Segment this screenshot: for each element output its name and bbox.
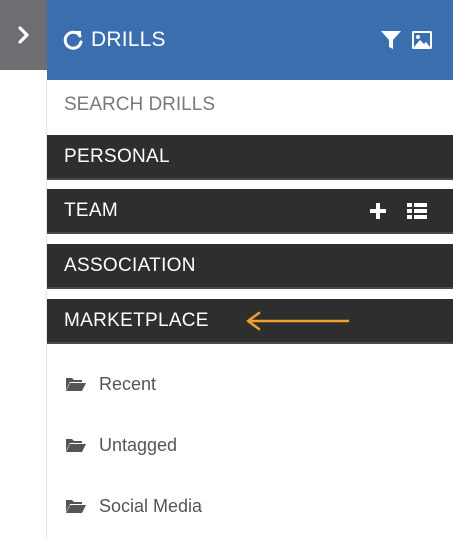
search-input[interactable] <box>47 80 453 130</box>
refresh-icon[interactable] <box>61 28 85 52</box>
section-personal[interactable]: PERSONAL <box>47 135 453 180</box>
section-label: ASSOCIATION <box>64 254 196 276</box>
drills-panel-body: PERSONAL TEAM <box>47 80 453 539</box>
folder-item-recent[interactable]: Recent <box>65 372 156 396</box>
folder-label: Social Media <box>99 495 203 516</box>
section-team[interactable]: TEAM <box>47 189 453 234</box>
page-title: DRILLS <box>91 28 166 51</box>
expand-toggle-button[interactable] <box>0 0 47 70</box>
section-label: MARKETPLACE <box>64 309 209 331</box>
folder-item-untagged[interactable]: Untagged <box>65 433 177 457</box>
annotation-arrow-icon <box>246 311 349 331</box>
drills-panel: DRILLS PERSONAL TEAM <box>0 0 453 539</box>
section-label: TEAM <box>64 199 118 221</box>
header-actions <box>380 0 433 80</box>
chevron-right-icon <box>17 26 29 44</box>
folder-open-icon <box>65 376 87 392</box>
section-label: PERSONAL <box>64 145 170 167</box>
team-actions <box>369 189 427 232</box>
filter-icon[interactable] <box>380 29 402 51</box>
folder-open-icon <box>65 437 87 453</box>
list-icon[interactable] <box>407 202 427 220</box>
folder-open-icon <box>65 498 87 514</box>
folder-label: Recent <box>99 373 157 394</box>
section-association[interactable]: ASSOCIATION <box>47 244 453 289</box>
image-icon[interactable] <box>411 30 433 50</box>
header-title-group: DRILLS <box>61 0 166 80</box>
folder-label: Untagged <box>99 434 178 455</box>
folder-item-social-media[interactable]: Social Media <box>65 494 202 518</box>
section-marketplace[interactable]: MARKETPLACE <box>47 299 453 344</box>
drills-header: DRILLS <box>47 0 453 80</box>
plus-icon[interactable] <box>369 202 387 220</box>
